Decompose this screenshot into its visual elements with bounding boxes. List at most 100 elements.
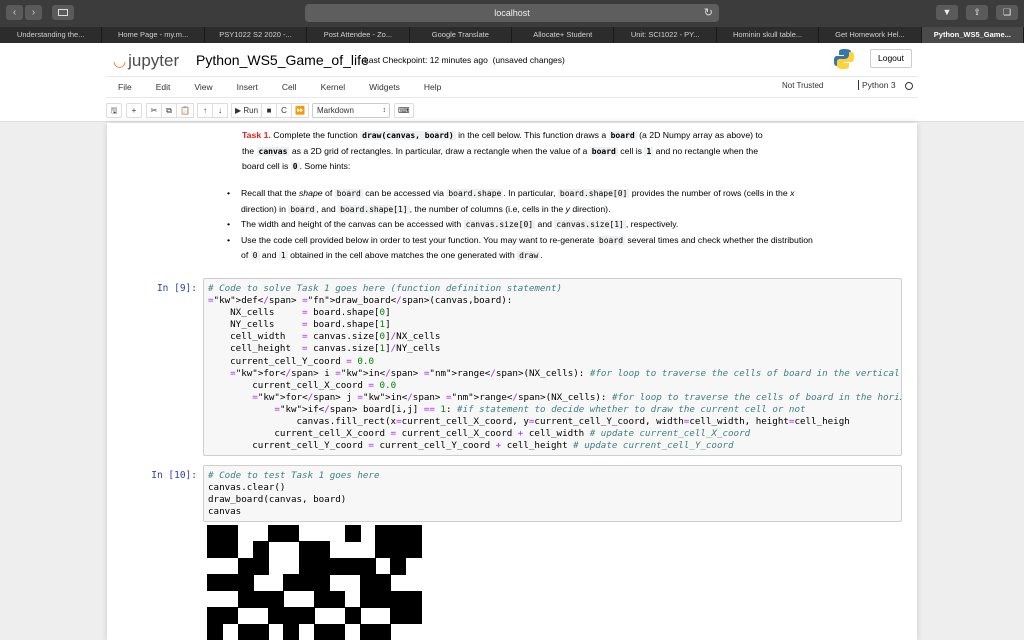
hint-text: and [535, 219, 555, 229]
back-button[interactable]: ‹ [6, 5, 23, 20]
menu-bar: File Edit View Insert Cell Kernel Widgets Help N… [106, 76, 918, 98]
menu-kernel[interactable]: Kernel [309, 82, 358, 92]
board-cell [283, 623, 300, 640]
jupyter-logo-text: jupyter [128, 51, 180, 70]
list-item: The width and height of the canvas can b… [227, 217, 907, 233]
menu-file[interactable]: File [106, 82, 144, 92]
move-up-button[interactable]: ↑ [196, 102, 213, 118]
menu-edit[interactable]: Edit [144, 82, 183, 92]
board-cell [237, 623, 254, 640]
board-cell [222, 574, 239, 592]
task-text: as a 2D grid of rectangles. In particula… [289, 145, 590, 156]
menu-cell[interactable]: Cell [270, 82, 309, 92]
code-editor[interactable]: # Code to solve Task 1 goes here (functi… [204, 279, 901, 456]
code-line: draw_board(canvas, board) [208, 494, 347, 506]
code-cell[interactable]: # Code to solve Task 1 goes here (functi… [203, 278, 902, 456]
browser-tab[interactable]: Python_WS5_Game... [921, 27, 1024, 43]
paste-button[interactable]: 📋 [176, 102, 194, 118]
browser-tab[interactable]: Google Translate [410, 27, 513, 43]
reload-icon[interactable]: ↻ [704, 4, 713, 22]
code-cell[interactable]: # Code to test Task 1 goes here canvas.c… [203, 465, 902, 522]
code-line: ="kw">for</span> j ="kw">in</span> ="nm"… [252, 391, 901, 403]
browser-tab[interactable]: Unit: SCI1022 - PY... [614, 27, 717, 43]
browser-tab[interactable]: Post Attendee - Zo... [307, 27, 410, 43]
task-markdown[interactable]: Task 1. Complete the function draw(canva… [242, 128, 902, 175]
interrupt-button[interactable]: ■ [261, 102, 278, 118]
browser-tab[interactable]: PSY1022 S2 2020 -... [205, 27, 308, 43]
cell-prompt: In [10]: [151, 470, 197, 481]
code-line: ="kw">for</span> i ="kw">in</span> ="nm"… [230, 367, 900, 379]
board-cell [222, 525, 239, 542]
board-cell [390, 590, 407, 608]
unsaved-indicator: (unsaved changes) [492, 55, 565, 65]
address-bar[interactable]: localhost ↻ [305, 4, 719, 22]
inline-code: board [589, 146, 618, 156]
copy-button[interactable]: ⧉ [161, 102, 177, 118]
board-cell [359, 590, 376, 608]
board-cell [390, 541, 407, 559]
inline-code: board.shape [446, 189, 504, 198]
cell-prompt: In [9]: [156, 283, 197, 294]
browser-tab[interactable]: Get Homework Hel... [819, 27, 922, 43]
code-line: ="kw">def</span> ="fn">draw_board</span>… [208, 295, 513, 307]
notebook-title[interactable]: Python_WS5_Game_of_life [196, 52, 369, 68]
task-label: Task 1. [242, 130, 271, 140]
sidebar-toggle-button[interactable] [52, 5, 74, 20]
hint-text: Recall that the [241, 188, 299, 198]
move-down-button[interactable]: ↓ [211, 102, 228, 118]
browser-tab[interactable]: Home Page - my.m... [102, 27, 205, 43]
code-line: current_cell_Y_coord = 0.0 [208, 355, 374, 367]
menu-help[interactable]: Help [412, 82, 453, 92]
board-cell [283, 574, 300, 592]
forward-button[interactable]: › [25, 5, 42, 20]
task-text: . Some hints: [299, 161, 351, 171]
hint-text: Use the code cell provided below in orde… [241, 234, 597, 245]
board-cell [237, 590, 254, 608]
cell-type-select[interactable]: Markdown [312, 102, 390, 118]
code-line: current_cell_X_coord = 0.0 [208, 379, 397, 391]
jupyter-header: ◡ jupyter Python_WS5_Game_of_life Last Ch… [0, 43, 1024, 122]
restart-button[interactable]: C [276, 102, 293, 118]
hint-text: , respectively. [625, 219, 679, 229]
hint-text: . [540, 250, 543, 260]
jupyter-logo[interactable]: ◡ jupyter [113, 51, 179, 71]
browser-tab[interactable]: Understanding the... [0, 27, 103, 43]
browser-tab[interactable]: Allocate+ Student [512, 27, 615, 43]
board-cell [314, 590, 330, 608]
code-line: NX_cells = board.shape[0] [208, 307, 391, 319]
board-cell [252, 590, 269, 608]
board-cell [268, 607, 285, 625]
board-cell [344, 525, 361, 542]
board-cell [252, 541, 269, 559]
kernel-name[interactable]: Python 3 [858, 80, 896, 90]
tabs-overview-icon[interactable]: ❏ [996, 5, 1018, 20]
task-text: the [242, 145, 257, 156]
command-palette-button[interactable]: ⌨ [394, 102, 414, 118]
board-cell [237, 557, 254, 575]
run-button[interactable]: ▶ Run [230, 102, 263, 118]
share-icon[interactable]: ⇧ [966, 5, 988, 20]
trust-status[interactable]: Not Trusted [782, 81, 823, 90]
inline-code: board.shape[1] [338, 204, 410, 214]
browser-titlebar: ‹ › localhost ↻ ▼ ⇧ ❏ [0, 0, 1024, 27]
menu-insert[interactable]: Insert [225, 82, 270, 92]
board-cell [329, 557, 346, 575]
inline-code: board [288, 204, 317, 214]
restart-run-all-button[interactable]: ⏩ [291, 102, 309, 118]
insert-cell-button[interactable]: + [126, 102, 142, 118]
logout-button[interactable]: Logout [870, 49, 912, 68]
board-cell [268, 590, 285, 608]
inline-code: board [334, 189, 363, 198]
cut-button[interactable]: ✂ [146, 102, 162, 118]
inline-code: 1 [278, 251, 288, 260]
browser-tab[interactable]: Hominin skull table... [717, 27, 820, 43]
save-button[interactable]: 🖫 [106, 102, 122, 118]
board-cell [329, 623, 346, 640]
board-cell [405, 525, 422, 542]
board-cell [237, 574, 254, 592]
board-cell [375, 541, 392, 559]
code-editor[interactable]: # Code to test Task 1 goes here canvas.c… [204, 466, 901, 522]
menu-widgets[interactable]: Widgets [357, 82, 412, 92]
menu-view[interactable]: View [182, 82, 224, 92]
downloads-icon[interactable]: ▼ [936, 5, 958, 20]
